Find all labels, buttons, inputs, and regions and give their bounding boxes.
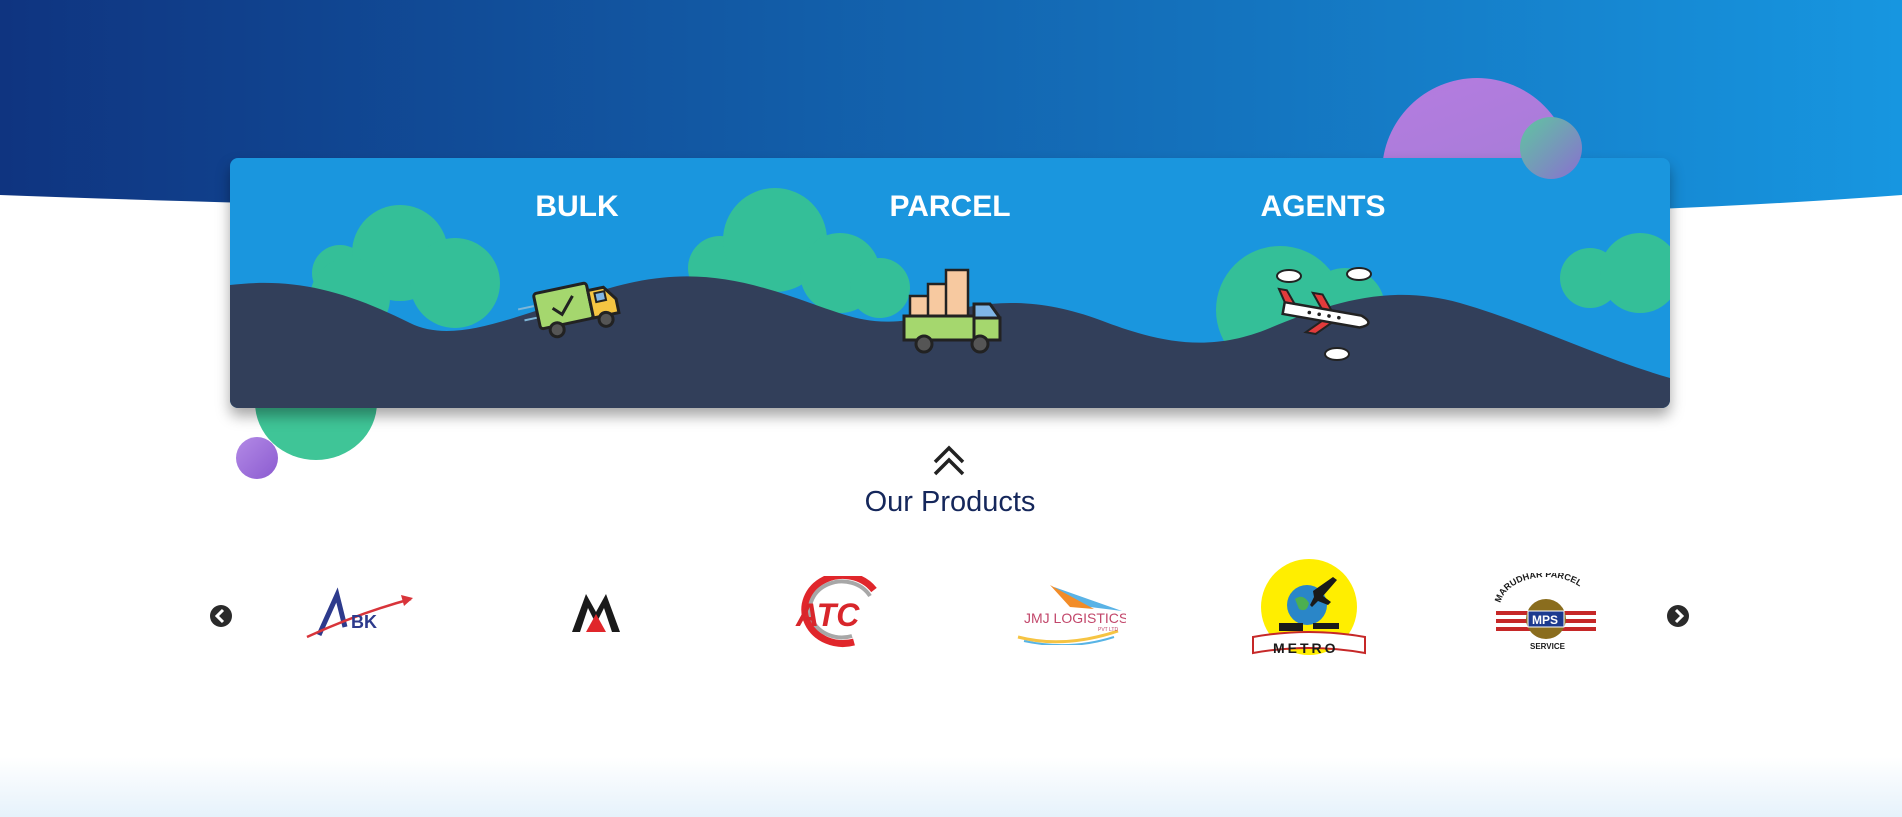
delivery-truck-check-icon [517, 281, 621, 339]
metro-logo: METRO [1252, 559, 1366, 656]
service-title-bulk: BULK [535, 190, 619, 223]
decorative-circle-gradient [1520, 117, 1582, 179]
svg-text:JMJ LOGISTICS: JMJ LOGISTICS [1024, 610, 1126, 626]
footer-fade [0, 757, 1902, 817]
arrow-right-circle-icon[interactable] [1666, 604, 1690, 628]
svg-text:MARUDHAR PARCEL: MARUDHAR PARCEL [1493, 573, 1585, 604]
service-title-parcel: PARCEL [889, 190, 1011, 223]
jmj-logistics-logo: JMJ LOGISTICS PVT LTD [1017, 585, 1126, 645]
svg-text:BK: BK [351, 612, 377, 632]
svg-text:ATC: ATC [795, 597, 860, 633]
product-logo-metro[interactable]: METRO [1244, 552, 1374, 674]
double-chevron-up-icon[interactable] [931, 442, 967, 478]
arrow-left-circle-icon[interactable] [209, 604, 233, 628]
service-parcel[interactable]: PARCEL [830, 158, 1070, 408]
airplane-icon [1276, 267, 1372, 361]
decorative-circle-purple-small [236, 437, 278, 479]
service-title-agents: AGENTS [1260, 190, 1386, 223]
svg-text:MPS: MPS [1532, 613, 1558, 627]
svg-text:PVT LTD: PVT LTD [1098, 627, 1118, 633]
services-panel: BULK PARCEL AGENTS [230, 158, 1670, 408]
product-logo-jmj[interactable]: JMJ LOGISTICS PVT LTD [1005, 552, 1135, 674]
atc-logo: ATC [795, 576, 877, 647]
service-bulk[interactable]: BULK [457, 158, 697, 408]
parcel-truck-boxes-icon [902, 268, 1002, 354]
product-logo-abk[interactable]: BK [294, 552, 424, 674]
products-section-title: Our Products [864, 486, 1036, 518]
product-logo-atc[interactable]: ATC [767, 552, 897, 674]
mps-logo: MARUDHAR PARCEL MPS SERVICE [1493, 573, 1596, 651]
product-logo-m[interactable] [531, 552, 661, 674]
product-logo-mps[interactable]: MARUDHAR PARCEL MPS SERVICE [1481, 552, 1611, 674]
svg-text:METRO: METRO [1273, 640, 1339, 656]
svg-text:SERVICE: SERVICE [1530, 642, 1566, 651]
abk-logo: BK [306, 587, 413, 639]
m-logo [572, 594, 620, 632]
service-agents[interactable]: AGENTS [1203, 158, 1443, 408]
